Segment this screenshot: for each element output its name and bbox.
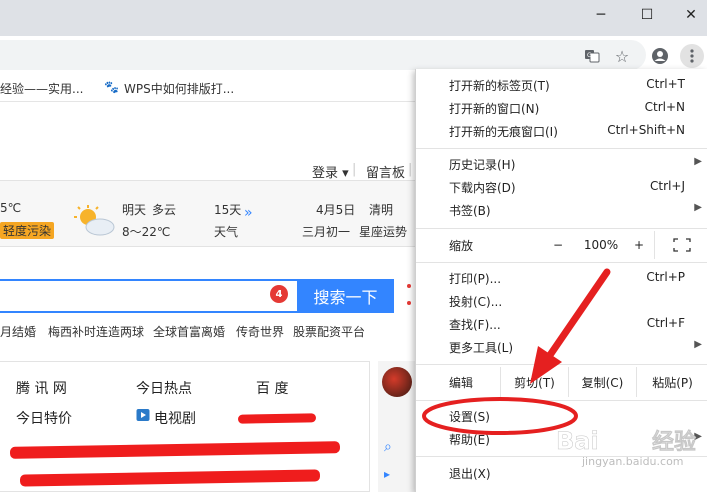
baidu-watermark: Bai 经验 jingyan.baidu.com (548, 405, 698, 485)
svg-text:经验: 经验 (652, 429, 696, 455)
watermark-url: jingyan.baidu.com (582, 455, 684, 468)
annotation-arrow-shaft (544, 268, 611, 362)
annotation-arrow-head (530, 346, 562, 384)
svg-text:Bai: Bai (556, 427, 599, 455)
